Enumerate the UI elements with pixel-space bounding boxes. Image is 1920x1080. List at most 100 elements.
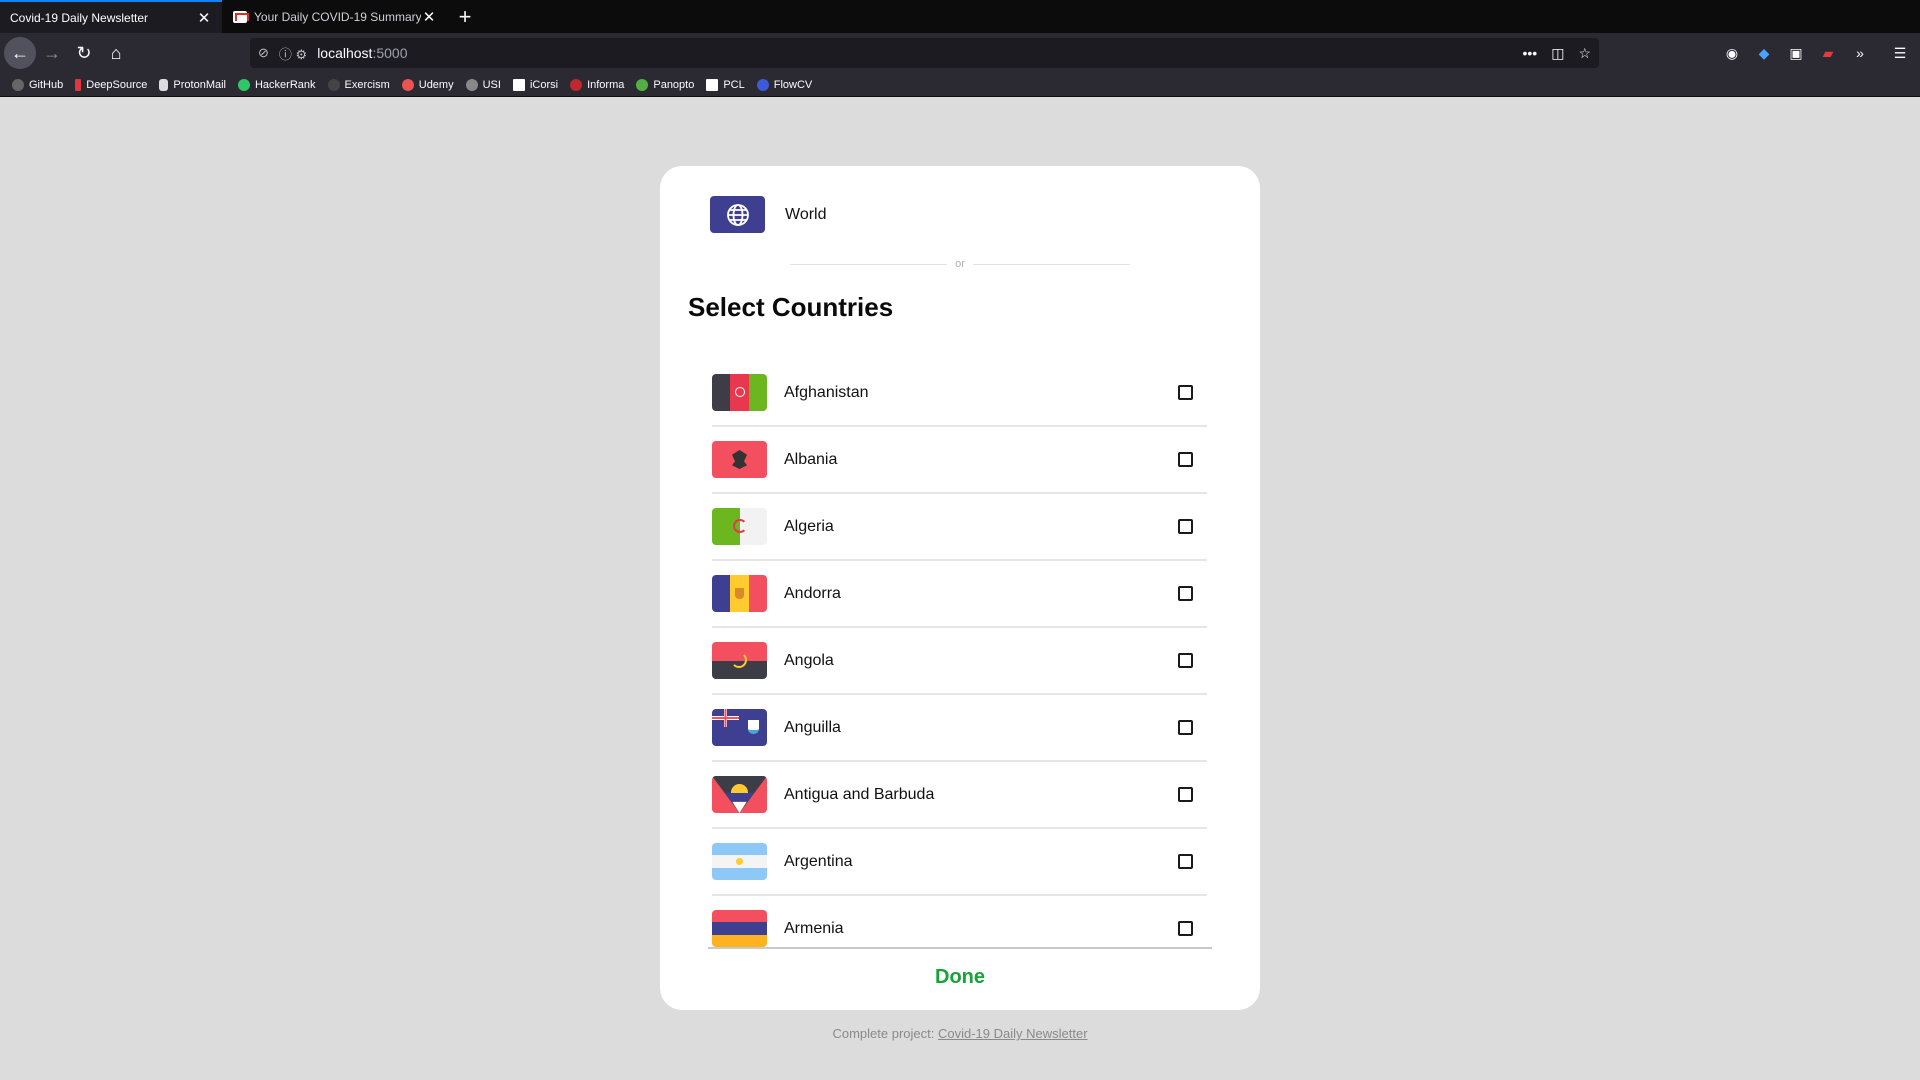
extension-icon[interactable]: ◉ — [1722, 43, 1742, 63]
anguilla-flag-icon — [712, 709, 767, 746]
bookmark-usi[interactable]: USI — [465, 78, 501, 91]
pdf-icon[interactable]: ▰ — [1818, 43, 1838, 63]
tab-covid-summary[interactable]: Your Daily COVID-19 Summary ✕ — [223, 0, 447, 33]
country-row-argentina[interactable]: Argentina — [712, 829, 1207, 896]
or-text: or — [955, 258, 965, 270]
done-button[interactable]: Done — [660, 966, 1260, 989]
country-name: Antigua and Barbuda — [784, 785, 935, 803]
deepsource-icon — [75, 78, 82, 91]
bookmark-flowcv[interactable]: FlowCV — [756, 78, 812, 91]
checkbox[interactable] — [1178, 385, 1193, 400]
algeria-flag-icon — [712, 508, 767, 545]
usi-icon — [465, 78, 478, 91]
back-icon[interactable]: ← — [4, 37, 36, 69]
bookmark-pcl[interactable]: PCL — [706, 78, 745, 91]
checkbox[interactable] — [1178, 720, 1193, 735]
more-actions-icon[interactable]: ••• — [1522, 45, 1537, 62]
country-list[interactable]: Afghanistan Albania Algeria Andorra Ango… — [712, 360, 1207, 947]
flowcv-icon — [756, 78, 769, 91]
close-tab-icon[interactable]: ✕ — [421, 9, 437, 26]
tab-title: Covid-19 Daily Newsletter — [10, 10, 149, 25]
country-name: Albania — [784, 450, 838, 468]
tab-title: Your Daily COVID-19 Summary — [254, 9, 421, 24]
bookmark-exercism[interactable]: Exercism — [327, 78, 390, 91]
home-icon[interactable]: ⌂ — [100, 37, 132, 69]
site-info-icon[interactable]: ⓘ ⚙ — [279, 44, 307, 63]
url-host: localhost — [317, 45, 373, 61]
hackerrank-icon — [237, 78, 250, 91]
page-title: Select Countries — [688, 292, 894, 322]
bookmark-github[interactable]: GitHub — [12, 78, 63, 91]
footer-prefix: Complete project: — [832, 1026, 938, 1041]
reload-icon[interactable]: ↻ — [68, 37, 100, 69]
country-row-albania[interactable]: Albania — [712, 427, 1207, 494]
country-name: Armenia — [784, 919, 844, 937]
country-row-afghanistan[interactable]: Afghanistan — [712, 360, 1207, 427]
country-selector-card: World or Select Countries Afghanistan Al… — [660, 166, 1260, 1010]
checkbox[interactable] — [1178, 452, 1193, 467]
protonmail-icon — [159, 78, 169, 91]
tab-bar: Covid-19 Daily Newsletter ✕ Your Daily C… — [0, 0, 1920, 33]
angola-flag-icon — [712, 642, 767, 679]
extension-shield-icon[interactable]: ◆ — [1754, 43, 1774, 63]
country-row-andorra[interactable]: Andorra — [712, 561, 1207, 628]
list-bottom-border — [708, 947, 1212, 949]
bookmark-udemy[interactable]: Udemy — [401, 78, 454, 91]
country-name: Anguilla — [784, 718, 841, 736]
udemy-icon — [401, 78, 414, 91]
divider-line — [790, 263, 948, 265]
github-icon — [12, 78, 24, 91]
pocket-icon[interactable]: ◫ — [1551, 45, 1564, 62]
checkbox[interactable] — [1178, 854, 1193, 869]
url-bar[interactable]: ⊘ ⓘ ⚙ localhost :5000 ••• ◫ ☆ — [250, 38, 1599, 68]
bookmark-informa[interactable]: Informa — [570, 78, 624, 91]
afghanistan-flag-icon — [712, 374, 767, 411]
pcl-icon — [706, 78, 719, 91]
or-divider: or — [790, 258, 1130, 270]
checkbox[interactable] — [1178, 787, 1193, 802]
checkbox[interactable] — [1178, 921, 1193, 936]
country-row-antigua-and-barbuda[interactable]: Antigua and Barbuda — [712, 762, 1207, 829]
country-row-algeria[interactable]: Algeria — [712, 494, 1207, 561]
new-tab-icon[interactable]: + — [452, 4, 478, 30]
checkbox[interactable] — [1178, 586, 1193, 601]
close-tab-icon[interactable]: ✕ — [196, 10, 212, 27]
bookmark-icorsi[interactable]: iCorsi — [512, 78, 558, 91]
menu-icon[interactable]: ☰ — [1890, 43, 1910, 63]
url-port: :5000 — [372, 45, 408, 61]
bookmark-hackerrank[interactable]: HackerRank — [237, 78, 316, 91]
bookmark-star-icon[interactable]: ☆ — [1578, 45, 1591, 62]
country-row-angola[interactable]: Angola — [712, 628, 1207, 695]
bookmark-deepsource[interactable]: DeepSource — [75, 78, 147, 91]
world-label: World — [785, 205, 827, 223]
country-name: Algeria — [784, 517, 834, 535]
antigua-and-barbuda-flag-icon — [712, 776, 767, 813]
armenia-flag-icon — [712, 910, 767, 947]
nav-bar: ← → ↻ ⌂ ⊘ ⓘ ⚙ localhost :5000 ••• ◫ ☆ ◉ … — [0, 33, 1920, 73]
country-name: Afghanistan — [784, 383, 869, 401]
divider-line — [972, 263, 1130, 265]
country-row-armenia[interactable]: Armenia — [712, 896, 1207, 947]
country-name: Argentina — [784, 852, 853, 870]
gmail-icon — [233, 10, 247, 23]
panopto-icon — [636, 78, 649, 91]
tracking-protection-icon[interactable]: ⊘ — [258, 45, 269, 61]
country-row-anguilla[interactable]: Anguilla — [712, 695, 1207, 762]
informa-icon — [570, 78, 583, 91]
bookmarks-toolbar: GitHub DeepSource ProtonMail HackerRank … — [0, 73, 1920, 97]
checkbox[interactable] — [1178, 653, 1193, 668]
footer-project-link[interactable]: Covid-19 Daily Newsletter — [938, 1026, 1088, 1041]
globe-icon — [710, 196, 765, 233]
andorra-flag-icon — [712, 575, 767, 612]
albania-flag-icon — [712, 441, 767, 478]
forward-icon[interactable]: → — [36, 37, 68, 69]
overflow-chevron-icon[interactable]: » — [1850, 43, 1870, 63]
bookmark-protonmail[interactable]: ProtonMail — [159, 78, 226, 91]
notion-icon[interactable]: ▣ — [1786, 43, 1806, 63]
footer: Complete project: Covid-19 Daily Newslet… — [0, 1026, 1920, 1041]
tab-covid-newsletter[interactable]: Covid-19 Daily Newsletter ✕ — [0, 0, 222, 33]
icorsi-icon — [512, 78, 525, 91]
checkbox[interactable] — [1178, 519, 1193, 534]
world-option[interactable]: World — [710, 196, 827, 233]
bookmark-panopto[interactable]: Panopto — [636, 78, 694, 91]
